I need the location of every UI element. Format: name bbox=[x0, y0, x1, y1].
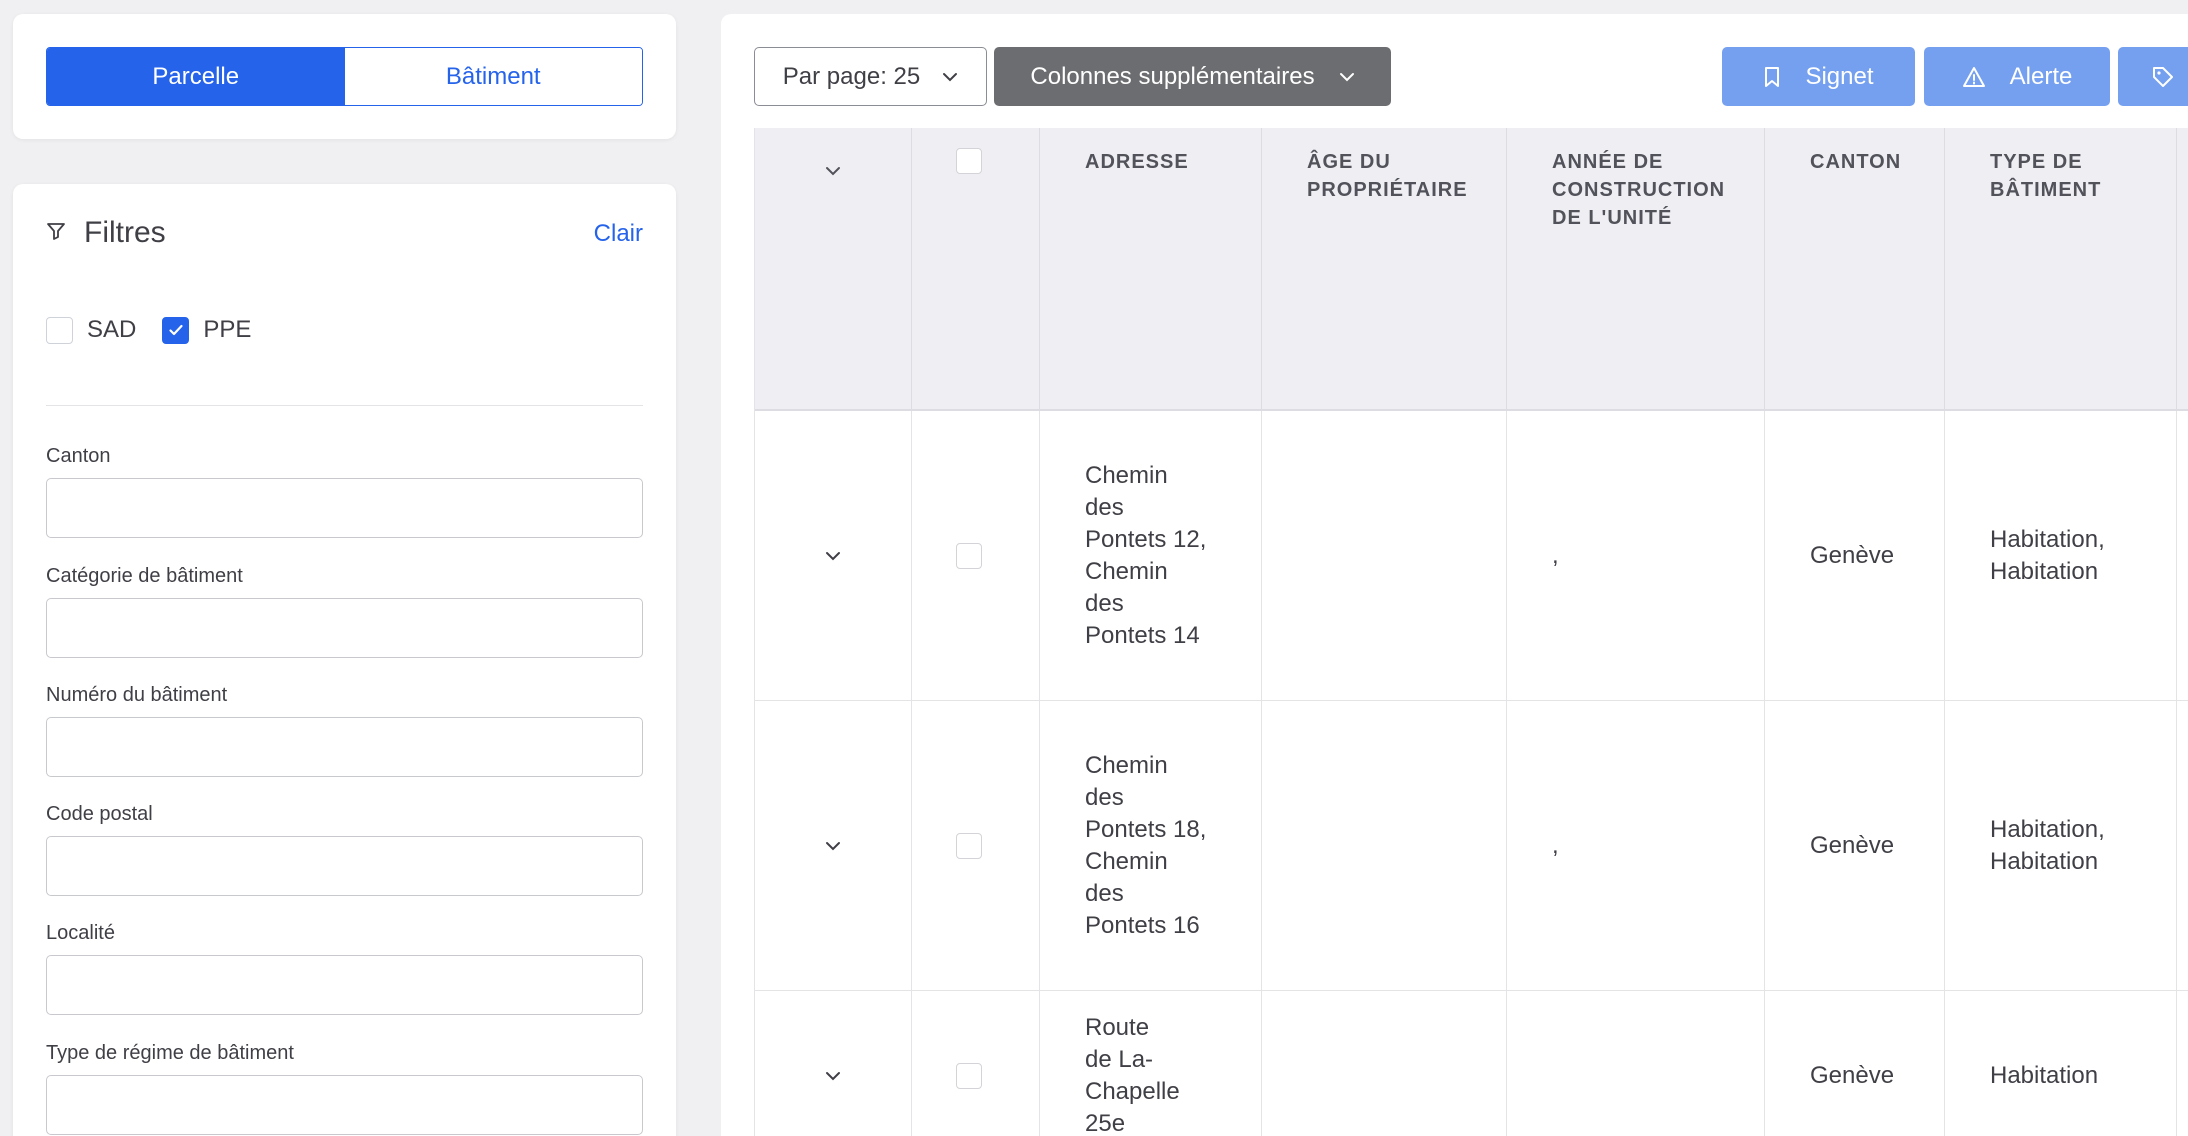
owner-age-cell bbox=[1262, 991, 1507, 1136]
ppe-checkbox-option[interactable]: PPE bbox=[162, 316, 251, 344]
sad-checkbox[interactable] bbox=[46, 316, 73, 344]
alert-label: Alerte bbox=[2009, 62, 2073, 90]
select-all-header bbox=[912, 128, 1040, 411]
building-number-label: Numéro du bâtiment bbox=[46, 684, 228, 706]
row-checkbox[interactable] bbox=[956, 542, 982, 569]
per-page-select[interactable]: Par page: 25 bbox=[754, 47, 987, 106]
extra-columns-label: Colonnes supplémentaires bbox=[1030, 62, 1315, 90]
mode-toggle: Parcelle Bâtiment bbox=[46, 47, 643, 106]
filters-panel: Filtres Clair SAD PPE Canton Catégorie d… bbox=[13, 184, 676, 1136]
building-type-cell: Habitation, Habitation bbox=[1945, 411, 2177, 700]
building-regime-filter: Type de régime de bâtiment bbox=[46, 1042, 643, 1135]
column-header-type-batiment[interactable]: TYPE DE BÂTIMENT bbox=[1945, 128, 2177, 411]
bookmark-label: Signet bbox=[1805, 62, 1874, 90]
filters-title: Filtres bbox=[84, 216, 166, 249]
row-select-cell bbox=[912, 701, 1040, 990]
tag-icon bbox=[2153, 66, 2173, 87]
results-panel: Par page: 25 Colonnes supplémentaires Si… bbox=[721, 14, 2188, 1136]
row-select-cell bbox=[912, 991, 1040, 1136]
expand-all-header[interactable] bbox=[755, 128, 912, 411]
table-row[interactable]: Route de La-Chapelle 25e Genève Habitati… bbox=[755, 991, 2188, 1136]
ppe-checkbox[interactable] bbox=[162, 316, 190, 344]
canton-cell: Genève bbox=[1765, 701, 1945, 990]
filters-divider bbox=[46, 405, 643, 406]
row-checkbox[interactable] bbox=[956, 832, 982, 859]
column-header-canton[interactable]: CANTON bbox=[1765, 128, 1945, 411]
results-table: ADRESSE ÂGE DU PROPRIÉTAIRE ANNÉE DE CON… bbox=[754, 128, 2188, 1136]
ppe-label: PPE bbox=[203, 316, 252, 343]
ownership-checkboxes: SAD PPE bbox=[46, 316, 251, 344]
mode-toggle-card: Parcelle Bâtiment bbox=[13, 14, 676, 139]
row-expand-toggle[interactable] bbox=[755, 411, 912, 700]
select-all-checkbox[interactable] bbox=[956, 148, 982, 174]
column-header-annee-construction[interactable]: ANNÉE DE CONSTRUCTION DE L'UNITÉ bbox=[1507, 128, 1765, 411]
per-page-label: Par page: 25 bbox=[782, 62, 921, 90]
sad-checkbox-option[interactable]: SAD bbox=[46, 316, 136, 344]
sad-label: SAD bbox=[87, 316, 137, 343]
alert-triangle-icon bbox=[1962, 66, 1985, 87]
row-checkbox[interactable] bbox=[956, 1062, 982, 1089]
bookmark-icon bbox=[1765, 66, 1780, 87]
address-cell: Chemin des Pontets 18, Chemin des Pontet… bbox=[1040, 701, 1262, 990]
address-cell: Route de La-Chapelle 25e bbox=[1040, 991, 1262, 1136]
locality-filter: Localité bbox=[46, 922, 643, 1015]
canton-filter: Canton bbox=[46, 445, 643, 538]
canton-cell: Genève bbox=[1765, 411, 1945, 700]
chevron-down-icon bbox=[943, 72, 958, 81]
parcelle-tab[interactable]: Parcelle bbox=[47, 48, 345, 105]
construction-year-cell bbox=[1507, 991, 1765, 1136]
address-cell: Chemin des Pontets 12, Chemin des Pontet… bbox=[1040, 411, 1262, 700]
construction-year-cell: , bbox=[1507, 411, 1765, 700]
building-number-input[interactable] bbox=[46, 717, 643, 777]
canton-input[interactable] bbox=[46, 478, 643, 538]
filter-icon bbox=[46, 221, 66, 246]
building-type-cell: Habitation bbox=[1945, 991, 2177, 1136]
building-category-input[interactable] bbox=[46, 598, 643, 658]
row-expand-toggle[interactable] bbox=[755, 701, 912, 990]
toolbar: Par page: 25 Colonnes supplémentaires Si… bbox=[754, 47, 2188, 106]
chevron-down-icon bbox=[826, 841, 840, 850]
table-header: ADRESSE ÂGE DU PROPRIÉTAIRE ANNÉE DE CON… bbox=[755, 128, 2188, 411]
postal-code-filter: Code postal bbox=[46, 803, 643, 896]
table-row[interactable]: Chemin des Pontets 12, Chemin des Pontet… bbox=[755, 411, 2188, 701]
column-header-adresse[interactable]: ADRESSE bbox=[1040, 128, 1262, 411]
building-regime-label: Type de régime de bâtiment bbox=[46, 1042, 294, 1064]
postal-code-label: Code postal bbox=[46, 803, 153, 825]
row-select-cell bbox=[912, 411, 1040, 700]
owner-age-cell bbox=[1262, 701, 1507, 990]
construction-year-cell: , bbox=[1507, 701, 1765, 990]
chevron-down-icon bbox=[826, 551, 840, 560]
extra-columns-button[interactable]: Colonnes supplémentaires bbox=[994, 47, 1391, 106]
filters-header: Filtres bbox=[46, 216, 166, 250]
building-regime-input[interactable] bbox=[46, 1075, 643, 1135]
table-row[interactable]: Chemin des Pontets 18, Chemin des Pontet… bbox=[755, 701, 2188, 991]
building-type-cell: Habitation, Habitation bbox=[1945, 701, 2177, 990]
building-category-label: Catégorie de bâtiment bbox=[46, 565, 243, 587]
building-number-filter: Numéro du bâtiment bbox=[46, 684, 643, 777]
chevron-down-icon bbox=[1339, 72, 1354, 81]
building-category-filter: Catégorie de bâtiment bbox=[46, 565, 643, 658]
column-header-age-proprietaire[interactable]: ÂGE DU PROPRIÉTAIRE bbox=[1262, 128, 1507, 411]
canton-cell: Genève bbox=[1765, 991, 1945, 1136]
clear-filters-link[interactable]: Clair bbox=[594, 220, 643, 248]
owner-age-cell bbox=[1262, 411, 1507, 700]
row-expand-toggle[interactable] bbox=[755, 991, 912, 1136]
tag-button[interactable] bbox=[2118, 47, 2188, 106]
chevron-down-icon bbox=[826, 1071, 840, 1080]
locality-label: Localité bbox=[46, 922, 115, 944]
canton-label: Canton bbox=[46, 445, 111, 467]
chevron-down-icon bbox=[826, 167, 840, 176]
check-icon bbox=[169, 324, 183, 336]
batiment-tab[interactable]: Bâtiment bbox=[344, 48, 642, 105]
bookmark-button[interactable]: Signet bbox=[1722, 47, 1915, 106]
alert-button[interactable]: Alerte bbox=[1924, 47, 2110, 106]
locality-input[interactable] bbox=[46, 955, 643, 1015]
postal-code-input[interactable] bbox=[46, 836, 643, 896]
